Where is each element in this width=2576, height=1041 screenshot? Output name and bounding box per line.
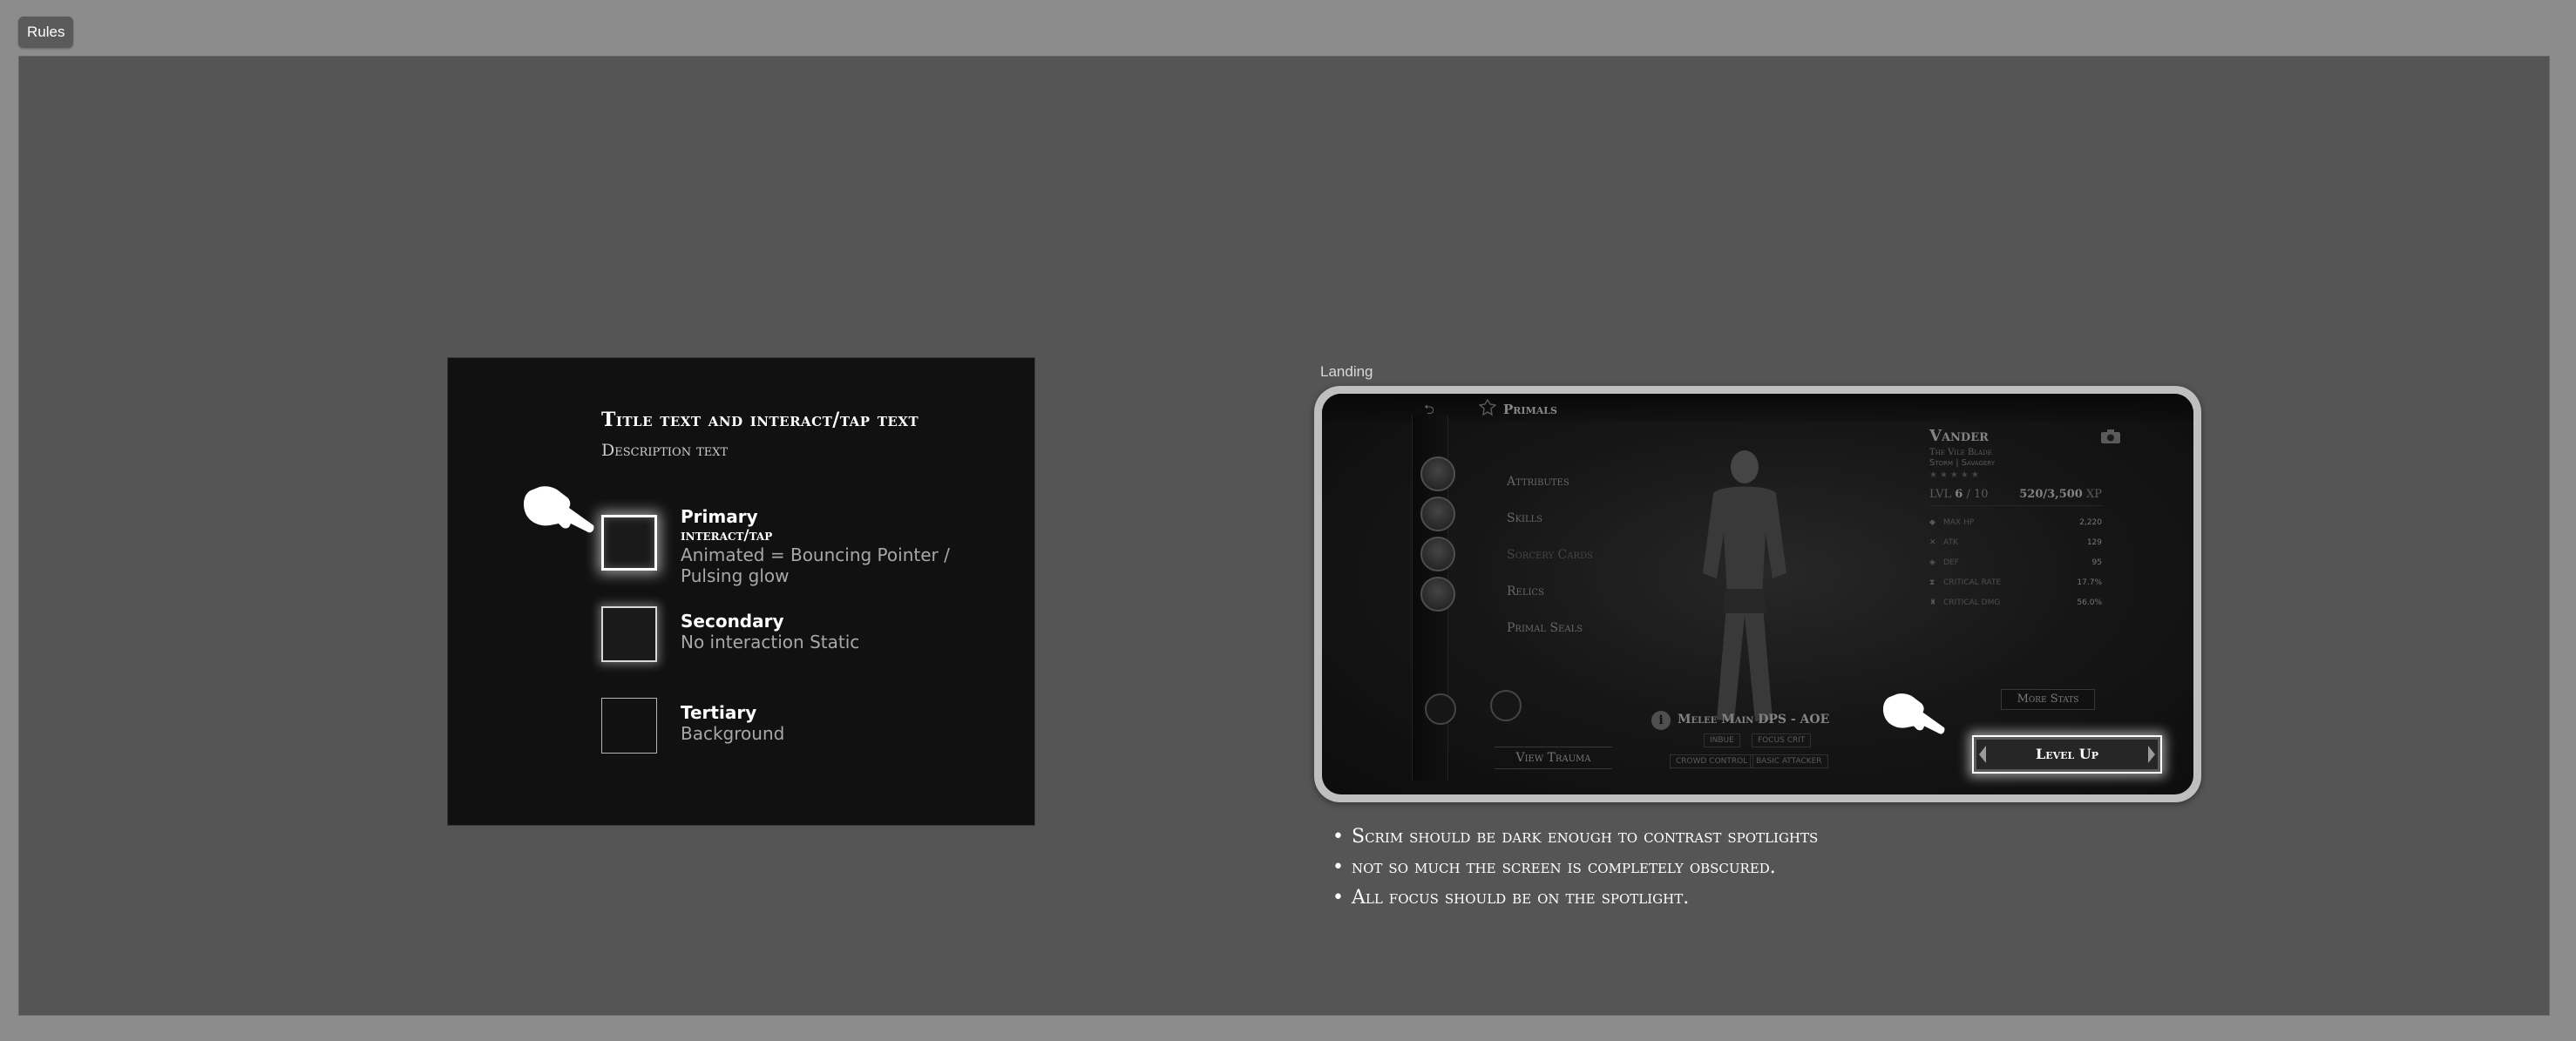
stat-row: ✕ ATK 129 <box>1929 538 2102 552</box>
legend-title: Title text and interact/tap text <box>601 409 919 431</box>
menu-skills[interactable]: Skills <box>1507 511 1542 525</box>
stat-value: 2,220 <box>2079 518 2102 527</box>
rules-tab[interactable]: Rules <box>18 17 74 48</box>
rating-stars: ★★★★★ <box>1929 470 1982 480</box>
crit-dmg-icon: ♜ <box>1929 598 1937 607</box>
stat-value: 56.0% <box>2077 598 2102 607</box>
menu-relics[interactable]: Relics <box>1507 585 1544 598</box>
pointer-hand-icon <box>1883 693 1945 734</box>
menu-primal-seals[interactable]: Primal Seals <box>1507 621 1583 635</box>
tertiary-legend-item: Tertiary Background <box>681 702 784 744</box>
shield-icon: ◈ <box>1929 558 1935 567</box>
stat-label: Max HP <box>1943 518 1975 527</box>
stat-label: ATK <box>1943 538 1958 547</box>
heart-icon[interactable] <box>1490 690 1522 721</box>
xp-unit: XP <box>2085 488 2102 501</box>
view-trauma-button[interactable]: View Trauma <box>1495 747 1612 769</box>
stat-label: DEF <box>1943 558 1959 567</box>
primals-crest-icon <box>1479 399 1496 416</box>
swords-icon: ✕ <box>1929 538 1936 547</box>
level-label: LVL <box>1929 488 1952 501</box>
canvas-frame: Title text and interact/tap text Descrip… <box>18 56 2550 1016</box>
character-avatar[interactable] <box>1420 497 1455 531</box>
note-item: All focus should be on the spotlight. <box>1331 882 1818 913</box>
character-avatar[interactable] <box>1420 577 1455 612</box>
xp-value: 520/3,500 <box>2019 488 2083 501</box>
legend-description: Description text <box>601 441 729 460</box>
camera-icon[interactable] <box>2100 429 2121 444</box>
stat-row: ◈ DEF 95 <box>1929 558 2102 572</box>
tertiary-label: Tertiary <box>681 702 757 723</box>
tertiary-swatch <box>601 698 657 754</box>
tertiary-note: Background <box>681 723 785 744</box>
character-avatar[interactable] <box>1420 456 1455 491</box>
role-title: Melee Main DPS - AOE <box>1678 713 1830 727</box>
menu-sorcery-cards[interactable]: Sorcery Cards <box>1507 548 1593 562</box>
secondary-note: No interaction Static <box>681 632 860 652</box>
landing-label: Landing <box>1320 363 1373 380</box>
character-subtitle: The Vile Blade <box>1929 448 1992 457</box>
character-elements: Storm | Savagery <box>1929 458 1995 468</box>
character-figure <box>1703 450 1786 721</box>
stats-divider <box>1929 505 2102 506</box>
game-screen: ⮌ Primals Attributes Skills Sorcery Card… <box>1322 394 2193 794</box>
role-tag: Crowd Control <box>1670 754 1754 768</box>
primary-legend-item: Primary interact/tap Animated = Bouncing… <box>681 506 959 586</box>
notes-list: Scrim should be dark enough to contrast … <box>1331 821 1818 913</box>
role-tag: Focus Crit <box>1752 733 1812 747</box>
level-current: 6 <box>1955 488 1963 501</box>
role-tag: Basic Attacker <box>1750 754 1828 768</box>
primary-sublabel: interact/tap <box>681 527 773 544</box>
info-icon[interactable]: i <box>1651 711 1671 730</box>
legend-panel: Title text and interact/tap text Descrip… <box>447 357 1035 826</box>
secondary-swatch <box>601 606 657 662</box>
stat-row: ⧗ Critical Rate 17.7% <box>1929 578 2102 592</box>
stat-value: 95 <box>2091 558 2102 567</box>
more-stats-button[interactable]: More Stats <box>2001 689 2095 710</box>
stat-label: Critical Rate <box>1943 578 2002 587</box>
stat-label: Critical DMG <box>1943 598 2001 607</box>
level-max: / 10 <box>1966 488 1989 501</box>
stat-row: ◆ Max HP 2,220 <box>1929 518 2102 532</box>
primary-swatch <box>601 515 657 571</box>
top-bar <box>1322 394 2193 422</box>
pointer-hand-icon <box>524 486 594 533</box>
diamond-icon: ◆ <box>1929 518 1935 527</box>
grid-icon[interactable] <box>1425 693 1456 725</box>
stat-row: ♜ Critical DMG 56.0% <box>1929 598 2102 612</box>
primary-note: Animated = Bouncing Pointer / Pulsing gl… <box>681 544 950 586</box>
note-item: Scrim should be dark enough to contrast … <box>1331 821 1818 852</box>
character-name: Vander <box>1929 427 1989 445</box>
secondary-legend-item: Secondary No interaction Static <box>681 611 859 652</box>
level-row: LVL 6 / 10 520/3,500 XP <box>1929 488 2102 501</box>
note-item: not so much the screen is completely obs… <box>1331 852 1818 882</box>
menu-attributes[interactable]: Attributes <box>1507 475 1569 489</box>
screen-title: Primals <box>1503 402 1557 417</box>
primary-label: Primary <box>681 506 758 527</box>
character-avatar[interactable] <box>1420 537 1455 571</box>
stat-value: 17.7% <box>2077 578 2102 587</box>
role-tag: Inbue <box>1704 733 1740 747</box>
level-up-button[interactable]: Level Up <box>1972 735 2162 774</box>
secondary-label: Secondary <box>681 611 784 632</box>
hourglass-icon: ⧗ <box>1929 578 1935 587</box>
stat-value: 129 <box>2086 538 2102 547</box>
device-frame: ⮌ Primals Attributes Skills Sorcery Card… <box>1314 386 2201 802</box>
